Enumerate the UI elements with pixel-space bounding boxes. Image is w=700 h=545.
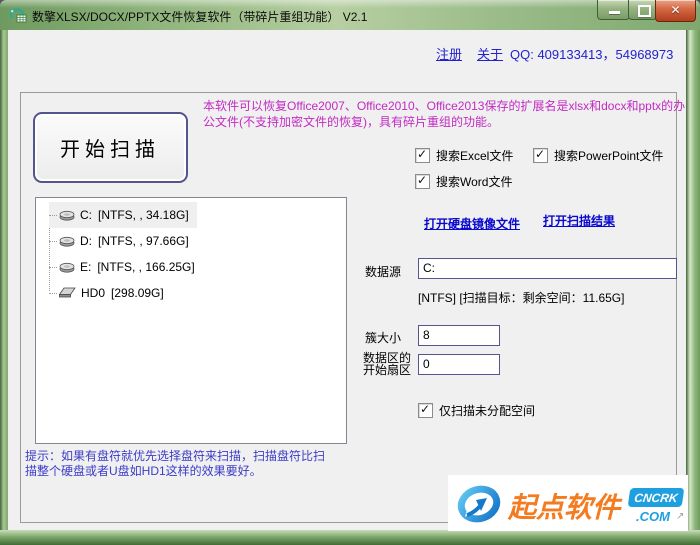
description-line2: 公文件(不支持加密文件的恢复)，具有碎片重组的功能。 <box>203 115 499 129</box>
about-link[interactable]: 关于 <box>477 44 503 63</box>
checkbox-checked-icon[interactable] <box>533 147 548 163</box>
checkbox-checked-icon[interactable] <box>415 173 430 189</box>
drive-name: HD0 <box>81 286 106 300</box>
hint-line1: 提示：如果有盘符就优先选择盘符来扫描，扫描盘符比扫 <box>25 449 326 463</box>
minimize-icon <box>608 11 620 14</box>
hint-line2: 描整个硬盘或者U盘如HD1这样的效果要好。 <box>25 464 262 478</box>
search-powerpoint-checkbox-row[interactable]: 搜索PowerPoint文件 <box>533 147 663 164</box>
domain-text: .COM <box>636 509 670 524</box>
software-description: 本软件可以恢复Office2007、Office2010、Office2013保… <box>203 98 685 130</box>
app-window: 数擎XLSX/DOCX/PPTX文件恢复软件（带碎片重组功能） V2.1 ✕ 注… <box>0 0 700 545</box>
drive-tree-item-c[interactable]: C: [NTFS, , 34.18G] <box>49 202 197 228</box>
swirl-arrow-logo-icon <box>455 480 503 533</box>
cluster-size-input[interactable]: 8 <box>418 325 500 346</box>
drive-info: [NTFS, , 34.18G] <box>98 208 189 222</box>
app-icon[interactable] <box>9 7 27 23</box>
unallocated-only-checkbox-row[interactable]: 仅扫描未分配空间 <box>418 402 535 419</box>
window-frame-bottom <box>0 530 700 545</box>
search-excel-label[interactable]: 搜索Excel文件 <box>436 147 513 164</box>
partition-icon <box>59 261 75 273</box>
scan-target-status: [NTFS] [扫描目标：剩余空间：11.65G] <box>418 291 625 305</box>
partition-icon <box>59 209 75 221</box>
client-area: 注册 关于 QQ: 409133413，54968973 开始扫描 本软件可以恢… <box>8 30 686 530</box>
cncrk-watermark: 起点软件 CNCRK .COM ↗ <box>448 475 688 531</box>
data-area-label-line2: 开始扇区 <box>363 363 412 377</box>
register-link[interactable]: 注册 <box>436 44 462 63</box>
unallocated-only-label[interactable]: 仅扫描未分配空间 <box>439 402 535 419</box>
cluster-size-label: 簇大小 <box>365 331 402 345</box>
drive-info: [298.09G] <box>111 286 164 300</box>
harddisk-icon <box>59 287 76 299</box>
checkbox-checked-icon[interactable] <box>418 402 433 418</box>
window-frame-right <box>686 30 700 545</box>
hint-text: 提示：如果有盘符就优先选择盘符来扫描，扫描盘符比扫 描整个硬盘或者U盘如HD1这… <box>25 449 325 479</box>
drive-name: C: <box>80 208 92 222</box>
tree-stub-line <box>49 292 57 294</box>
drive-name: E: <box>80 260 92 274</box>
maximize-button[interactable] <box>628 0 657 20</box>
window-frame-left <box>0 30 8 545</box>
checkbox-checked-icon[interactable] <box>415 147 430 163</box>
search-excel-checkbox-row[interactable]: 搜索Excel文件 <box>415 147 513 164</box>
drive-tree-item-d[interactable]: D: [NTFS, , 97.66G] <box>49 228 197 254</box>
start-sector-input[interactable]: 0 <box>418 354 500 375</box>
data-source-label: 数据源 <box>365 265 402 279</box>
open-disk-image-link[interactable]: 打开硬盘镜像文件 <box>424 215 520 232</box>
search-powerpoint-label[interactable]: 搜索PowerPoint文件 <box>554 147 663 164</box>
drive-tree-item-e[interactable]: E: [NTFS, , 166.25G] <box>49 254 203 280</box>
drive-name: D: <box>80 234 92 248</box>
drive-tree-item-hd0[interactable]: HD0 [298.09G] <box>49 280 172 306</box>
window-title: 数擎XLSX/DOCX/PPTX文件恢复软件（带碎片重组功能） V2.1 <box>32 10 368 24</box>
close-icon: ✕ <box>670 3 681 17</box>
external-arrow-icon: ↗ <box>676 511 685 522</box>
qq-contact-text: QQ: 409133413，54968973 <box>510 47 674 62</box>
description-line1: 本软件可以恢复Office2007、Office2010、Office2013保… <box>203 99 686 113</box>
brand-text: 起点软件 <box>508 492 621 523</box>
data-source-input[interactable]: C: <box>418 258 677 279</box>
drive-tree-list[interactable]: C: [NTFS, , 34.18G] D: [NTFS, , 97.66G] <box>35 197 347 444</box>
maximize-icon <box>637 5 651 17</box>
tree-stub-line <box>49 214 57 216</box>
search-word-label[interactable]: 搜索Word文件 <box>436 173 512 190</box>
close-button[interactable]: ✕ <box>655 0 696 22</box>
minimize-button[interactable] <box>597 0 630 20</box>
cncrk-badge: CNCRK <box>627 488 685 507</box>
drive-info: [NTFS, , 166.25G] <box>97 260 195 274</box>
search-word-checkbox-row[interactable]: 搜索Word文件 <box>415 173 512 190</box>
start-scan-button[interactable]: 开始扫描 <box>33 112 188 183</box>
partition-icon <box>59 235 75 247</box>
tree-stub-line <box>49 266 57 268</box>
drive-info: [NTFS, , 97.66G] <box>98 234 189 248</box>
title-bar[interactable]: 数擎XLSX/DOCX/PPTX文件恢复软件（带碎片重组功能） V2.1 ✕ <box>0 0 700 31</box>
tree-stub-line <box>49 240 57 242</box>
open-scan-result-link[interactable]: 打开扫描结果 <box>543 212 615 229</box>
